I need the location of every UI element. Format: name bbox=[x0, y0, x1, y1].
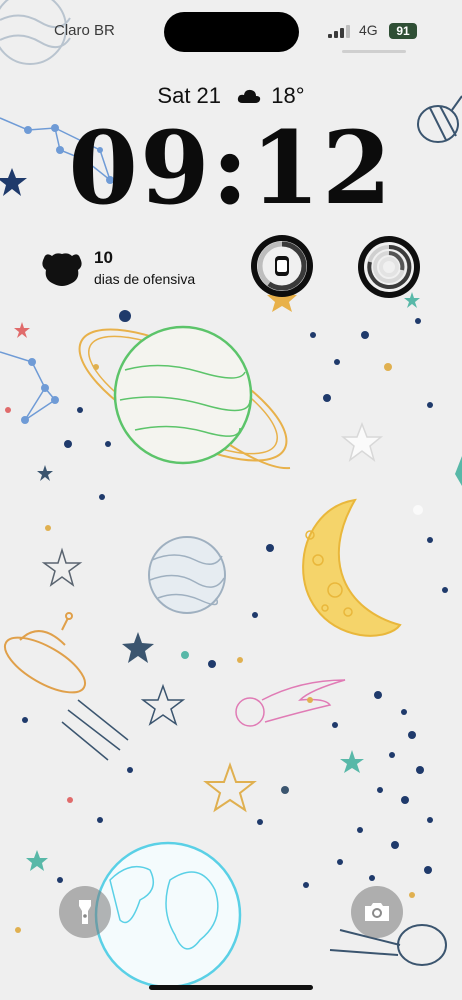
signal-bar bbox=[346, 25, 350, 38]
status-bar: Claro BR 4G 91 bbox=[0, 0, 462, 60]
clock-time: 09:12 bbox=[68, 109, 394, 227]
dynamic-island bbox=[164, 12, 299, 52]
battery-indicator: 91 bbox=[389, 23, 417, 39]
watch-battery-widget[interactable] bbox=[249, 232, 319, 312]
duolingo-owl-icon bbox=[42, 253, 82, 286]
network-type-label: 4G bbox=[359, 22, 378, 38]
flashlight-button[interactable] bbox=[59, 886, 111, 938]
date-label: Sat 21 bbox=[157, 83, 222, 109]
home-indicator[interactable] bbox=[149, 985, 313, 990]
temperature-label: 18° bbox=[271, 83, 305, 109]
streak-count: 10 bbox=[94, 248, 113, 267]
cloud-icon bbox=[238, 90, 261, 104]
streak-label: dias de ofensiva bbox=[94, 271, 196, 287]
activity-rings-widget[interactable] bbox=[356, 234, 422, 300]
camera-button[interactable] bbox=[351, 886, 403, 938]
signal-bar bbox=[334, 31, 338, 38]
flashlight-icon bbox=[79, 900, 91, 924]
signal-bar bbox=[328, 34, 332, 38]
watch-icon bbox=[275, 256, 289, 276]
control-center-handle[interactable] bbox=[342, 50, 406, 53]
streak-widget[interactable]: 10 dias de ofensiva bbox=[40, 248, 240, 292]
signal-bar bbox=[340, 28, 344, 38]
cellular-signal-icon bbox=[328, 25, 352, 38]
carrier-label: Claro BR bbox=[54, 22, 115, 39]
camera-icon bbox=[365, 903, 389, 921]
